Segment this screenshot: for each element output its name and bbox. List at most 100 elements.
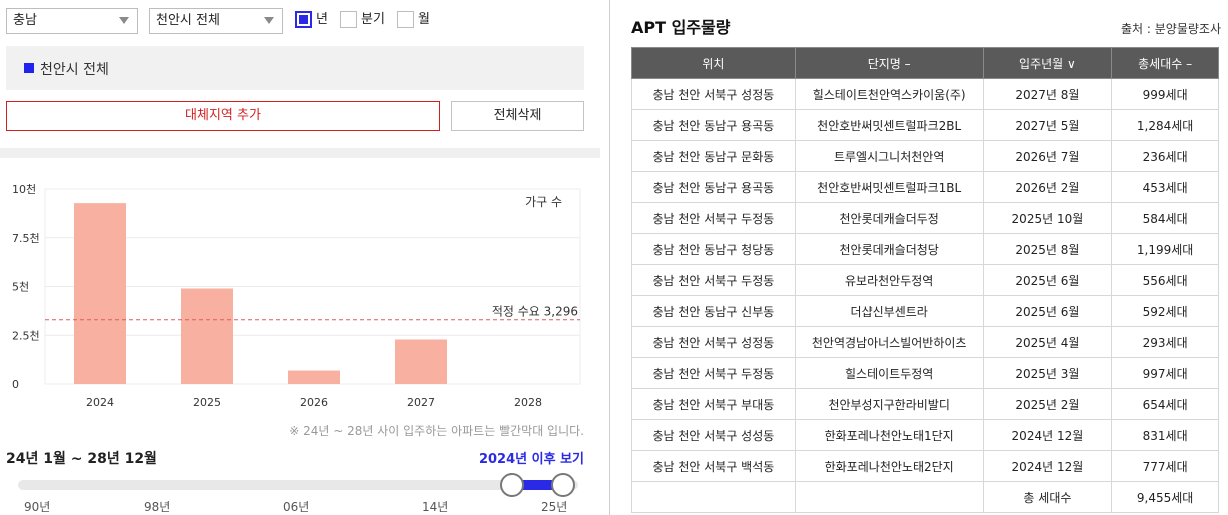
row-complex-name: 트루엘시그니처천안역 <box>794 140 984 172</box>
row-move-in-date: 2025년 8월 <box>982 233 1113 265</box>
table-row[interactable]: 충남 천안 서북구 성성동 한화포레나천안노태1단지 2024년 12월 831세대 <box>631 419 1219 451</box>
y-tick-label: 7.5천 <box>12 231 40 245</box>
checkbox-icon <box>340 11 357 28</box>
row-households: 654세대 <box>1111 388 1219 420</box>
row-location: 충남 천안 서북구 성정동 <box>631 78 796 110</box>
row-location: 충남 천안 서북구 백석동 <box>631 450 796 482</box>
delete-all-button[interactable]: 전체삭제 <box>451 101 584 131</box>
row-location: 충남 천안 동남구 신부동 <box>631 295 796 327</box>
row-move-in-date: 2025년 6월 <box>982 295 1113 327</box>
add-region-button[interactable]: 대체지역 추가 <box>6 101 440 131</box>
row-move-in-date: 2025년 10월 <box>982 202 1113 234</box>
section-divider <box>0 148 600 158</box>
table-source: 출처 : 분양물량조사 <box>1121 22 1221 36</box>
row-location: 충남 천안 서북구 두정동 <box>631 264 796 296</box>
row-complex-name: 천안호반써밋센트럴파크1BL <box>794 171 984 203</box>
period-year-checkbox[interactable]: 년 <box>295 11 335 31</box>
row-complex-name: 천안부성지구한라비발디 <box>794 388 984 420</box>
city-select[interactable]: 천안시 전체 <box>149 8 283 34</box>
view-after-2024-link[interactable]: 2024년 이후 보기 <box>479 448 584 467</box>
row-complex-name: 힐스테이트천안역스카이움(주) <box>794 78 984 110</box>
row-complex-name: 한화포레나천안노태1단지 <box>794 419 984 451</box>
total-empty-cell <box>631 481 796 513</box>
period-month-checkbox[interactable]: 월 <box>397 11 437 31</box>
row-location: 충남 천안 동남구 용곡동 <box>631 109 796 141</box>
y-tick-label: 5천 <box>12 280 29 294</box>
period-quarter-checkbox[interactable]: 분기 <box>340 11 390 31</box>
row-location: 충남 천안 서북구 부대동 <box>631 388 796 420</box>
row-households: 777세대 <box>1111 450 1219 482</box>
table-row[interactable]: 충남 천안 서북구 두정동 힐스테이트두정역 2025년 3월 997세대 <box>631 357 1219 389</box>
row-households: 236세대 <box>1111 140 1219 172</box>
table-row[interactable]: 충남 천안 서북구 두정동 천안롯데캐슬더두정 2025년 10월 584세대 <box>631 202 1219 234</box>
col-move-in-date-sort[interactable]: 입주년월 ∨ <box>982 47 1113 79</box>
panel-divider <box>609 0 610 515</box>
table-row[interactable]: 충남 천안 동남구 용곡동 천안호반써밋센트럴파크1BL 2026년 2월 453세대 <box>631 171 1219 203</box>
row-location: 충남 천안 동남구 용곡동 <box>631 171 796 203</box>
chevron-down-icon <box>264 17 274 24</box>
period-month-label: 월 <box>418 12 430 27</box>
reference-line-label: 적정 수요 3,296 <box>492 305 578 319</box>
table-row[interactable]: 충남 천안 서북구 성정동 힐스테이트천안역스카이움(주) 2027년 8월 999세… <box>631 78 1219 110</box>
table-row[interactable]: 충남 천안 동남구 청당동 천안롯데캐슬더청당 2025년 8월 1,199세대 <box>631 233 1219 265</box>
slider-start-handle[interactable] <box>500 473 524 497</box>
total-value: 9,455세대 <box>1111 481 1219 513</box>
row-complex-name: 천안롯데캐슬더두정 <box>794 202 984 234</box>
col-households-sort[interactable]: 총세대수 – <box>1111 47 1219 79</box>
row-location: 충남 천안 서북구 성정동 <box>631 326 796 358</box>
year-range-slider[interactable] <box>18 480 578 490</box>
bar <box>288 370 340 384</box>
slider-tick-label: 90년 <box>24 500 51 514</box>
row-move-in-date: 2025년 6월 <box>982 264 1113 296</box>
col-location: 위치 <box>631 47 796 79</box>
y-tick-label: 10천 <box>12 182 36 196</box>
table-row[interactable]: 충남 천안 서북구 부대동 천안부성지구한라비발디 2025년 2월 654세대 <box>631 388 1219 420</box>
x-tick-label: 2025 <box>193 396 221 409</box>
row-move-in-date: 2025년 3월 <box>982 357 1113 389</box>
bar <box>395 339 447 384</box>
period-year-label: 년 <box>316 12 328 27</box>
right-panel: APT 입주물량 출처 : 분양물량조사 위치 단지명 – 입주년월 ∨ 총세대… <box>631 0 1221 515</box>
row-location: 충남 천안 서북구 성성동 <box>631 419 796 451</box>
range-label: 24년 1월 ~ 28년 12월 <box>6 451 157 467</box>
slider-tick-label: 06년 <box>283 500 310 514</box>
table-row[interactable]: 충남 천안 서북구 백석동 한화포레나천안노태2단지 2024년 12월 777세대 <box>631 450 1219 482</box>
total-label: 총 세대수 <box>982 481 1113 513</box>
bar <box>74 203 126 384</box>
slider-tick-label: 25년 <box>541 500 568 514</box>
province-select-value: 충남 <box>13 13 37 28</box>
table-row[interactable]: 충남 천안 동남구 신부동 더샵신부센트라 2025년 6월 592세대 <box>631 295 1219 327</box>
supply-table: 위치 단지명 – 입주년월 ∨ 총세대수 – 충남 천안 서북구 성정동 힐스테이… <box>631 47 1219 513</box>
province-select[interactable]: 충남 <box>6 8 138 34</box>
row-households: 592세대 <box>1111 295 1219 327</box>
row-location: 충남 천안 서북구 두정동 <box>631 357 796 389</box>
slider-end-handle[interactable] <box>551 473 575 497</box>
row-location: 충남 천안 서북구 두정동 <box>631 202 796 234</box>
row-complex-name: 더샵신부센트라 <box>794 295 984 327</box>
row-complex-name: 한화포레나천안노태2단지 <box>794 450 984 482</box>
city-select-value: 천안시 전체 <box>156 13 220 28</box>
row-households: 1,284세대 <box>1111 109 1219 141</box>
col-complex-name-sort[interactable]: 단지명 – <box>794 47 984 79</box>
table-row[interactable]: 충남 천안 동남구 용곡동 천안호반써밋센트럴파크2BL 2027년 5월 1,284… <box>631 109 1219 141</box>
chart-svg: 10천 7.5천 5천 2.5천 0 2024 2025 2026 2027 2028 적정 수요 … <box>12 182 581 409</box>
row-households: 831세대 <box>1111 419 1219 451</box>
supply-bar-chart: 10천 7.5천 5천 2.5천 0 2024 2025 2026 2027 2028 적정 수요 … <box>0 170 590 415</box>
selected-region-label: 천안시 전체 <box>40 62 109 78</box>
row-households: 997세대 <box>1111 357 1219 389</box>
checkbox-icon <box>397 11 414 28</box>
row-move-in-date: 2026년 7월 <box>982 140 1113 172</box>
row-move-in-date: 2025년 4월 <box>982 326 1113 358</box>
row-move-in-date: 2027년 5월 <box>982 109 1113 141</box>
row-households: 1,199세대 <box>1111 233 1219 265</box>
row-move-in-date: 2027년 8월 <box>982 78 1113 110</box>
row-move-in-date: 2026년 2월 <box>982 171 1113 203</box>
x-tick-label: 2028 <box>514 396 542 409</box>
chevron-down-icon <box>119 17 129 24</box>
x-tick-label: 2024 <box>86 396 114 409</box>
table-row[interactable]: 충남 천안 서북구 성정동 천안역경남아너스빌어반하이츠 2025년 4월 293세대 <box>631 326 1219 358</box>
table-row[interactable]: 충남 천안 동남구 문화동 트루엘시그니처천안역 2026년 7월 236세대 <box>631 140 1219 172</box>
table-row[interactable]: 충남 천안 서북구 두정동 유보라천안두정역 2025년 6월 556세대 <box>631 264 1219 296</box>
period-quarter-label: 분기 <box>361 12 385 27</box>
row-complex-name: 천안호반써밋센트럴파크2BL <box>794 109 984 141</box>
